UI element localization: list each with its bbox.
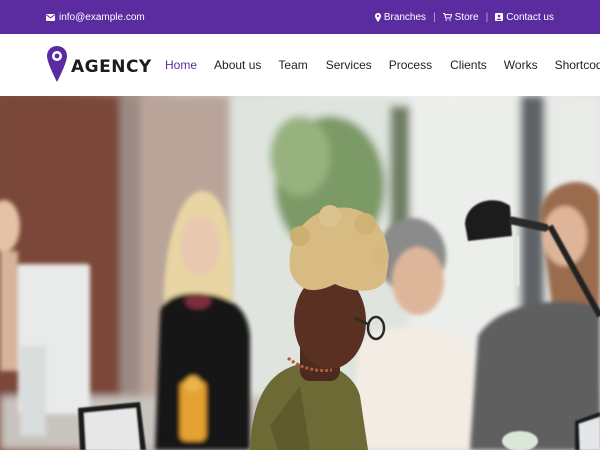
top-bar: info@example.com Branches | Store | Cont… <box>0 0 600 34</box>
nav-item-about-us[interactable]: About us <box>214 58 261 72</box>
store-link[interactable]: Store <box>442 11 479 23</box>
nav-item-services[interactable]: Services <box>326 58 372 72</box>
branches-link[interactable]: Branches <box>374 11 427 23</box>
envelope-icon <box>46 13 55 21</box>
nav-item-team[interactable]: Team <box>278 58 307 72</box>
divider: | <box>433 11 436 23</box>
office-scene-illustration <box>0 96 600 450</box>
logo[interactable]: AGENCY <box>46 45 152 88</box>
nav-item-process[interactable]: Process <box>389 58 432 72</box>
branches-label: Branches <box>383 11 427 23</box>
nav-item-shortcodes[interactable]: Shortcodes <box>555 58 600 72</box>
cart-icon <box>442 13 452 21</box>
contact-icon <box>495 13 504 21</box>
location-pin-logo-icon <box>46 45 68 88</box>
email-text: info@example.com <box>59 11 145 23</box>
store-label: Store <box>454 11 479 23</box>
contact-label: Contact us <box>506 11 554 23</box>
divider: | <box>485 11 489 23</box>
hero-image <box>0 96 600 450</box>
top-links: Branches | Store | Contact us <box>374 11 554 23</box>
nav-item-clients[interactable]: Clients <box>450 58 487 72</box>
logo-text: AGENCY <box>71 56 152 77</box>
map-pin-icon <box>374 12 381 22</box>
contact-link[interactable]: Contact us <box>495 12 554 23</box>
main-nav: Home About us Team Services Process Clie… <box>165 58 600 72</box>
nav-item-works[interactable]: Works <box>504 58 538 72</box>
site-header: AGENCY Home About us Team Services Proce… <box>0 34 600 96</box>
nav-item-home[interactable]: Home <box>165 58 197 72</box>
contact-email[interactable]: info@example.com <box>46 12 145 23</box>
